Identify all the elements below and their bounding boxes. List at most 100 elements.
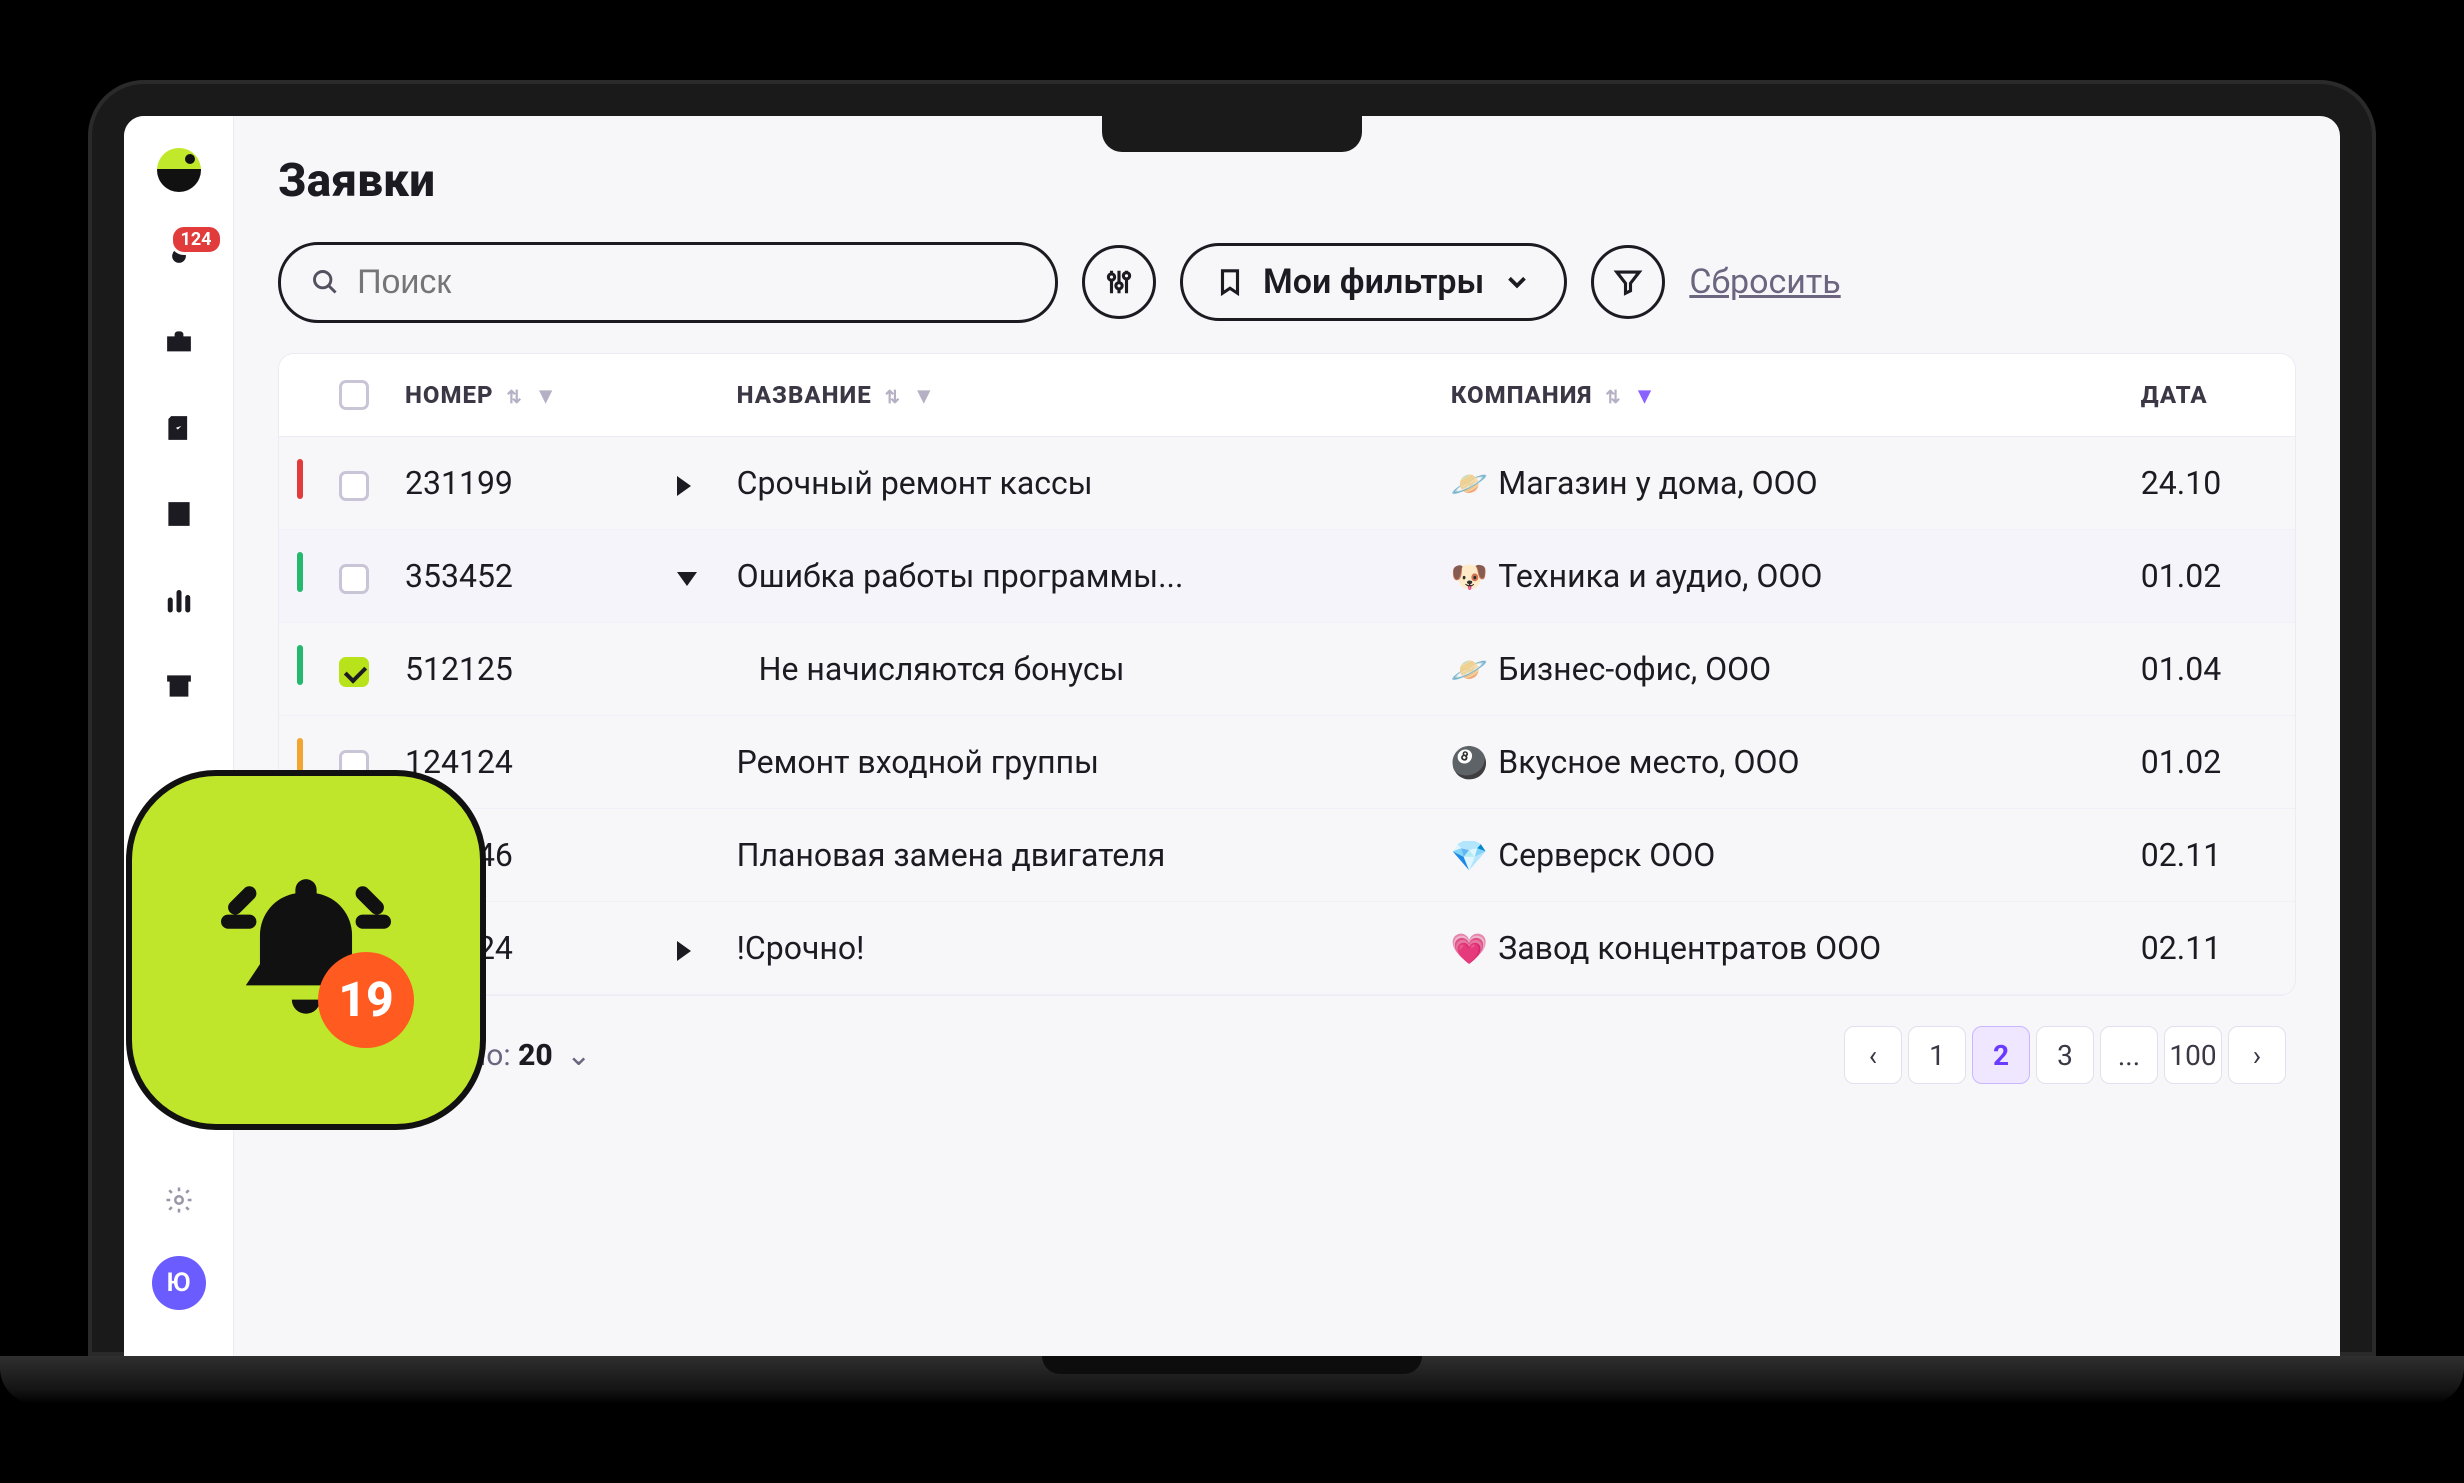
col-name[interactable]: НАЗВАНИЕ ⇅ ▾ [719,354,1433,437]
cell-date: 02.11 [2123,809,2295,902]
my-filters-label: Мои фильтры [1263,262,1484,302]
nav-archive[interactable] [157,664,201,708]
cell-company: 🎱Вкусное место, ООО [1433,716,2123,809]
page-next[interactable]: › [2228,1026,2286,1084]
sliders-icon [1104,267,1134,297]
filter-icon-active: ▾ [1638,381,1651,409]
row-checkbox[interactable] [339,471,369,501]
main-content: Заявки Мои фильтры [234,116,2340,1356]
cell-name: Ремонт входной группы [719,716,1433,809]
table-row[interactable]: 658546 Плановая замена двигателя 💎Сервер… [279,809,2295,902]
company-emoji-icon: 🪐 [1451,467,1488,502]
search-input[interactable] [357,263,1025,302]
building-icon [164,499,194,529]
col-company[interactable]: КОМПАНИЯ ⇅ ▾ [1433,354,2123,437]
chevron-down-icon [1502,267,1532,297]
notifications-bubble[interactable]: 19 [126,770,486,1130]
cell-date: 01.02 [2123,530,2295,623]
row-checkbox[interactable] [339,657,369,687]
cell-number: 353452 [387,530,659,623]
page-number[interactable]: 2 [1972,1026,2030,1084]
page-title: Заявки [278,154,2296,208]
row-expander[interactable] [677,941,691,961]
avatar-initial: Ю [166,1268,190,1298]
cell-date: 01.02 [2123,716,2295,809]
sort-icon: ⇅ [885,387,901,408]
row-expander[interactable] [677,572,697,586]
checklist-icon [164,413,194,443]
bars-icon [164,585,194,615]
cell-company: 🐶Техника и аудио, ООО [1433,530,2123,623]
row-checkbox[interactable] [339,564,369,594]
cell-company: 💎Серверск ООО [1433,809,2123,902]
filter-funnel-button[interactable] [1591,245,1665,319]
toolbar: Мои фильтры Сбросить [278,242,2296,323]
pagination: ‹ 123...100 › [1844,1026,2286,1084]
cell-date: 24.10 [2123,437,2295,530]
filter-icon: ▾ [540,381,553,409]
cell-company: 🪐Бизнес-офис, ООО [1433,623,2123,716]
requests-table: НОМЕР ⇅ ▾ НАЗВАНИЕ ⇅ ▾ [278,353,2296,997]
reset-filters-link[interactable]: Сбросить [1689,262,1840,302]
search-icon [311,267,339,297]
page-number[interactable]: 100 [2164,1026,2222,1084]
page-prev[interactable]: ‹ [1844,1026,1902,1084]
nav-settings[interactable] [157,1178,201,1222]
row-status-stripe [297,552,303,592]
cell-name: Не начисляются бонусы [719,623,1433,716]
company-emoji-icon: 🐶 [1451,560,1488,595]
funnel-icon [1613,267,1643,297]
nav-analytics[interactable] [157,578,201,622]
col-date[interactable]: ДАТА [2123,354,2295,437]
cell-date: 02.11 [2123,902,2295,995]
page-number[interactable]: 3 [2036,1026,2094,1084]
row-status-stripe [297,459,303,499]
row-status-stripe [297,645,303,685]
sort-icon: ⇅ [507,387,523,408]
notifications-badge: 124 [170,224,223,255]
row-expander[interactable] [677,476,691,496]
cell-number: 231199 [387,437,659,530]
search-field[interactable] [278,242,1058,323]
nav-briefcase[interactable] [157,320,201,364]
laptop-mockup: 124 [88,80,2376,1404]
bookmark-icon [1215,267,1245,297]
archive-icon [164,671,194,701]
table-row[interactable]: 325324 !Срочно! 💗Завод концентратов ООО … [279,902,2295,995]
company-emoji-icon: 🎱 [1451,746,1488,781]
filter-icon: ▾ [918,381,931,409]
nav-checklist[interactable] [157,406,201,450]
sidebar: 124 [124,116,234,1356]
app-logo[interactable] [157,148,201,192]
my-filters-dropdown[interactable]: Мои фильтры [1180,243,1567,321]
cell-number: 512125 [387,623,659,716]
col-number[interactable]: НОМЕР ⇅ ▾ [387,354,659,437]
page-number[interactable]: 1 [1908,1026,1966,1084]
company-emoji-icon: 🪐 [1451,653,1488,688]
cell-name: Ошибка работы программы... [719,530,1433,623]
cell-name: Плановая замена двигателя [719,809,1433,902]
nav-notifications[interactable]: 124 [157,234,201,278]
laptop-base [0,1356,2464,1404]
settings-sliders-button[interactable] [1082,245,1156,319]
table-row[interactable]: 231199 Срочный ремонт кассы 🪐Магазин у д… [279,437,2295,530]
briefcase-icon [164,327,194,357]
cell-date: 01.04 [2123,623,2295,716]
table-row[interactable]: 512125 Не начисляются бонусы 🪐Бизнес-офи… [279,623,2295,716]
user-avatar[interactable]: Ю [152,1256,206,1310]
company-emoji-icon: 💎 [1451,839,1488,874]
page-number: ... [2100,1026,2158,1084]
chevron-down-icon: ⌄ [566,1038,591,1073]
select-all-checkbox[interactable] [339,380,369,410]
cell-company: 💗Завод концентратов ООО [1433,902,2123,995]
cell-name: Срочный ремонт кассы [719,437,1433,530]
table-row[interactable]: 124124 Ремонт входной группы 🎱Вкусное ме… [279,716,2295,809]
gear-icon [164,1185,194,1215]
table-row[interactable]: 353452 Ошибка работы программы... 🐶Техни… [279,530,2295,623]
notifications-bubble-count: 19 [318,952,414,1048]
table-footer: Показывать по: 20 ⌄ ‹ 123...100 › [278,996,2296,1084]
app-screen: 124 [124,116,2340,1356]
cell-company: 🪐Магазин у дома, ООО [1433,437,2123,530]
nav-building[interactable] [157,492,201,536]
company-emoji-icon: 💗 [1451,932,1488,967]
